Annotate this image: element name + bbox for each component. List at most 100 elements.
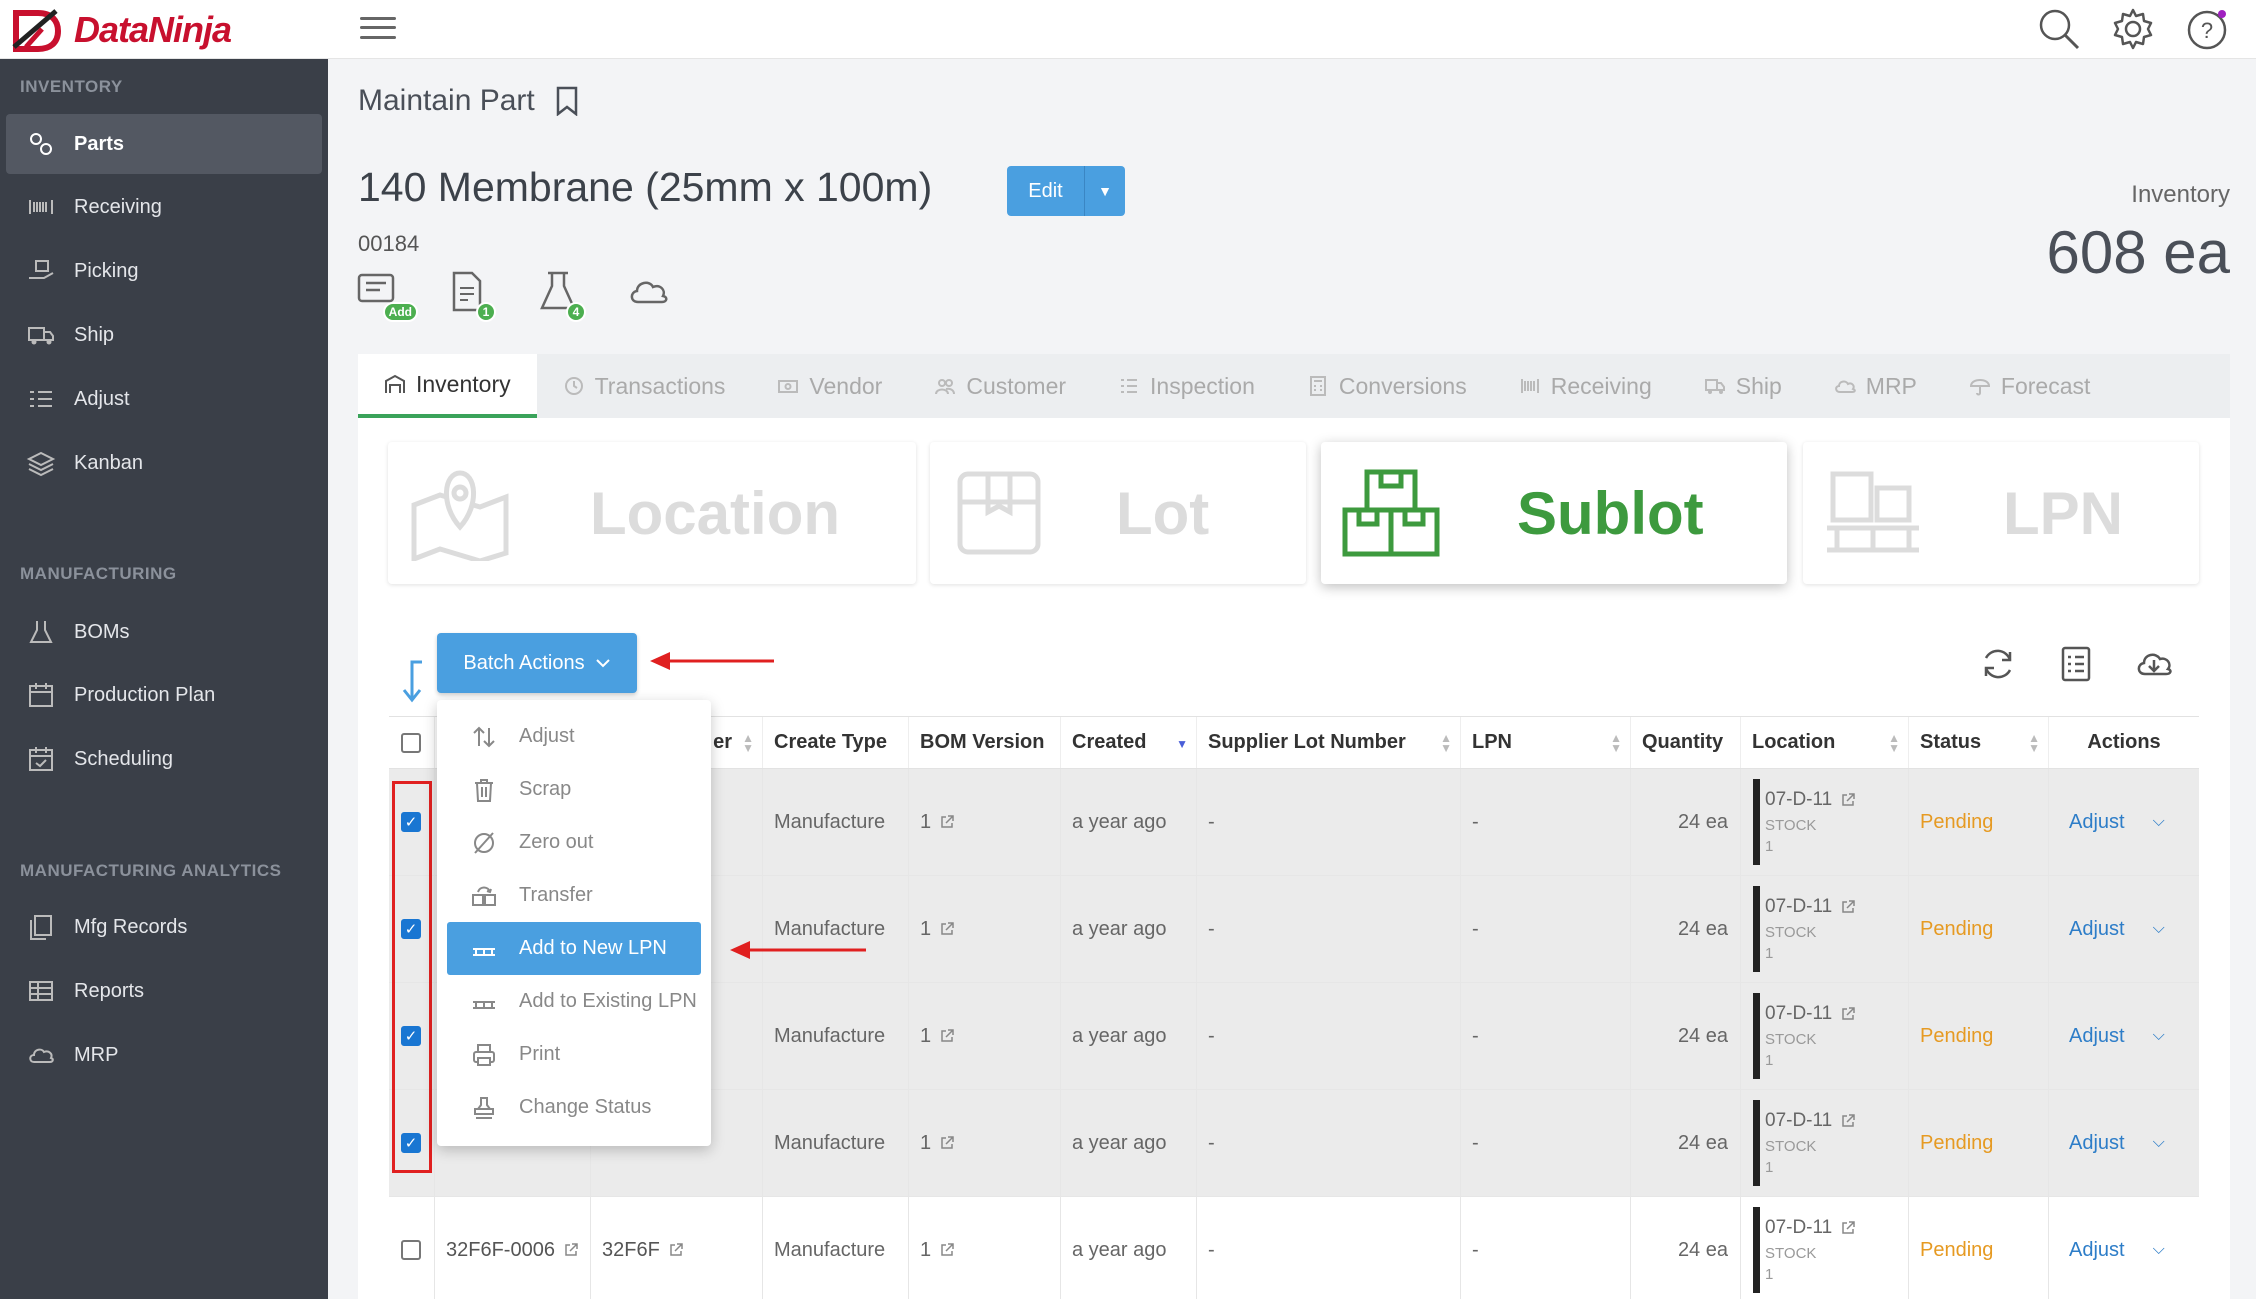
row-adjust-link[interactable]: Adjust [2069, 811, 2125, 834]
tab-conversions[interactable]: Conversions [1281, 354, 1493, 418]
refresh-icon[interactable] [1978, 644, 2018, 684]
menu-item-adjust[interactable]: Adjust [447, 710, 701, 763]
bom-version-link[interactable]: 1 [920, 1025, 931, 1048]
sidebar-item-ship[interactable]: Ship [6, 305, 322, 365]
sidebar-item-mfg-records[interactable]: Mfg Records [6, 897, 322, 957]
bom-version-link[interactable]: 1 [920, 1132, 931, 1155]
help-icon[interactable]: ? [2184, 6, 2230, 52]
column-header-bom-version[interactable]: BOM Version [909, 717, 1061, 768]
sidebar-item-kanban[interactable]: Kanban [6, 433, 322, 493]
tab-mrp[interactable]: MRP [1808, 354, 1943, 418]
column-header-create-type[interactable]: Create Type [763, 717, 909, 768]
table-row[interactable]: 32F6F-0006 32F6F Manufacture 1 a year ago - -2… [389, 1197, 2199, 1299]
notes-button[interactable]: Add [356, 270, 418, 322]
view-location-card[interactable]: Location [388, 442, 916, 584]
sidebar-item-mrp[interactable]: MRP [6, 1025, 322, 1085]
chevron-down-icon[interactable]: ⌵ [2153, 1241, 2165, 1259]
external-link-icon[interactable] [939, 1242, 955, 1258]
menu-toggle-button[interactable] [360, 10, 396, 46]
sublot-link[interactable]: 32F6F-0006 [446, 1239, 555, 1262]
view-sublot-card[interactable]: Sublot [1321, 442, 1787, 584]
tab-customer[interactable]: Customer [908, 354, 1092, 418]
location-link[interactable]: 07-D-11 [1765, 1110, 1832, 1132]
column-header-supplier-lot[interactable]: Supplier Lot Number ▲ ▼ [1197, 717, 1461, 768]
menu-item-scrap[interactable]: Scrap [447, 763, 701, 816]
external-link-icon[interactable] [939, 921, 955, 937]
menu-item-add-to-new-lpn[interactable]: Add to New LPN [447, 922, 701, 975]
edit-dropdown-icon[interactable]: ▼ [1085, 166, 1125, 216]
view-lpn-card[interactable]: LPN [1803, 442, 2199, 584]
batch-actions-button[interactable]: Batch Actions [437, 633, 637, 693]
bom-version-link[interactable]: 1 [920, 918, 931, 941]
external-link-icon[interactable] [1840, 792, 1856, 808]
column-header-lpn[interactable]: LPN ▲ ▼ [1461, 717, 1631, 768]
sidebar-item-parts[interactable]: Parts [6, 114, 322, 174]
external-link-icon[interactable] [1840, 1220, 1856, 1236]
tab-vendor[interactable]: Vendor [751, 354, 908, 418]
tab-inspection[interactable]: Inspection [1092, 354, 1281, 418]
row-adjust-link[interactable]: Adjust [2069, 1239, 2125, 1262]
tab-receiving[interactable]: Receiving [1493, 354, 1678, 418]
sort-icon[interactable]: ▲ ▼ [1440, 732, 1452, 754]
row-adjust-link[interactable]: Adjust [2069, 918, 2125, 941]
select-all-checkbox[interactable] [401, 732, 421, 753]
column-header-location[interactable]: Location ▲ ▼ [1741, 717, 1909, 768]
tab-ship[interactable]: Ship [1678, 354, 1808, 418]
location-link[interactable]: 07-D-11 [1765, 1003, 1832, 1025]
column-list-icon[interactable] [2056, 644, 2096, 684]
bom-version-link[interactable]: 1 [920, 811, 931, 834]
sidebar-item-picking[interactable]: Picking [6, 241, 322, 301]
sidebar-item-production-plan[interactable]: Production Plan [6, 665, 322, 725]
sidebar-item-receiving[interactable]: Receiving [6, 177, 322, 237]
tests-button[interactable]: 4 [536, 270, 586, 322]
external-link-icon[interactable] [1840, 1006, 1856, 1022]
column-header-created[interactable]: Created ▼ [1061, 717, 1197, 768]
menu-item-zero-out[interactable]: Zero out [447, 816, 701, 869]
tab-inventory[interactable]: Inventory [358, 354, 537, 418]
sort-icon[interactable]: ▲ ▼ [1888, 732, 1900, 754]
menu-item-transfer[interactable]: Transfer [447, 869, 701, 922]
location-link[interactable]: 07-D-11 [1765, 1217, 1832, 1239]
sidebar-item-adjust[interactable]: Adjust [6, 369, 322, 429]
column-header-quantity[interactable]: Quantity [1631, 717, 1741, 768]
row-adjust-link[interactable]: Adjust [2069, 1132, 2125, 1155]
external-link-icon[interactable] [939, 814, 955, 830]
tab-transactions[interactable]: Transactions [537, 354, 752, 418]
cloud-download-icon[interactable] [2134, 644, 2174, 684]
tab-forecast[interactable]: Forecast [1943, 354, 2116, 418]
documents-button[interactable]: 1 [446, 270, 496, 322]
sidebar-item-scheduling[interactable]: Scheduling [6, 729, 322, 789]
sort-icon[interactable]: ▲ ▼ [2028, 732, 2040, 754]
external-link-icon[interactable] [563, 1242, 579, 1258]
search-icon[interactable] [2036, 6, 2082, 52]
bom-version-link[interactable]: 1 [920, 1239, 931, 1262]
external-link-icon[interactable] [1840, 899, 1856, 915]
sidebar-item-boms[interactable]: BOMs [6, 602, 322, 662]
logo[interactable]: DataNinja [12, 6, 332, 54]
chevron-down-icon[interactable]: ⌵ [2153, 1027, 2165, 1045]
edit-button[interactable]: Edit ▼ [1007, 166, 1125, 216]
chevron-down-icon[interactable]: ⌵ [2153, 920, 2165, 938]
menu-item-print[interactable]: Print [447, 1028, 701, 1081]
location-link[interactable]: 07-D-11 [1765, 789, 1832, 811]
location-link[interactable]: 07-D-11 [1765, 896, 1832, 918]
cloud-button[interactable] [626, 270, 670, 314]
chevron-down-icon[interactable]: ⌵ [2153, 813, 2165, 831]
external-link-icon[interactable] [939, 1135, 955, 1151]
lot-link[interactable]: 32F6F [602, 1239, 660, 1262]
view-lot-card[interactable]: Lot [930, 442, 1306, 584]
external-link-icon[interactable] [668, 1242, 684, 1258]
sort-desc-icon[interactable]: ▼ [1176, 738, 1188, 750]
gear-icon[interactable] [2110, 6, 2156, 52]
column-header-status[interactable]: Status ▲ ▼ [1909, 717, 2049, 768]
row-adjust-link[interactable]: Adjust [2069, 1025, 2125, 1048]
external-link-icon[interactable] [939, 1028, 955, 1044]
sidebar-item-reports[interactable]: Reports [6, 961, 322, 1021]
row-checkbox[interactable] [401, 1240, 421, 1260]
bookmark-icon[interactable] [555, 86, 579, 116]
menu-item-add-to-existing-lpn[interactable]: Add to Existing LPN [447, 975, 701, 1028]
chevron-down-icon[interactable]: ⌵ [2153, 1134, 2165, 1152]
sort-icon[interactable]: ▲ ▼ [1610, 732, 1622, 754]
sort-icon[interactable]: ▲ ▼ [742, 732, 754, 754]
menu-item-change-status[interactable]: Change Status [447, 1081, 701, 1134]
